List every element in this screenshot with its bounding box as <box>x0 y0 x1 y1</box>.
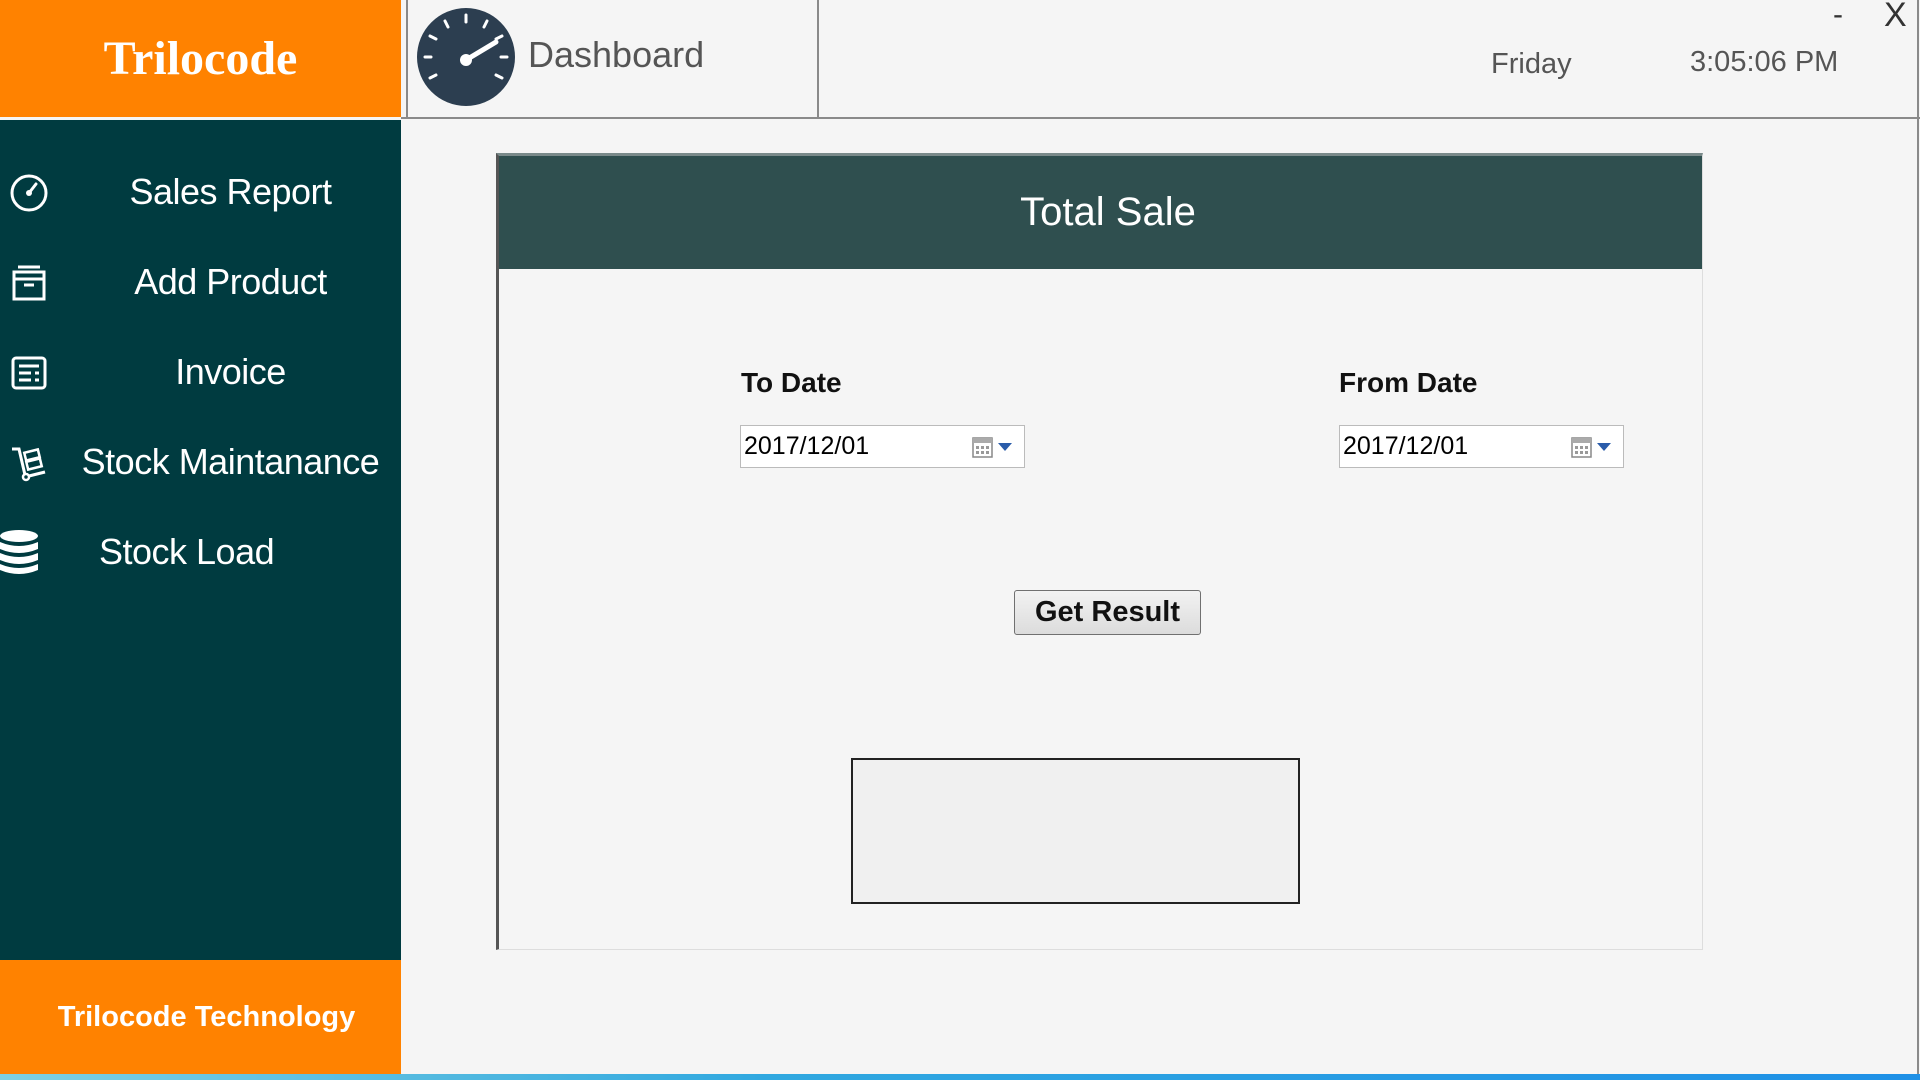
window-border <box>1917 0 1919 1075</box>
sidebar-item-sales-report[interactable]: Sales Report <box>0 152 401 232</box>
hand-truck-icon <box>6 440 52 486</box>
sidebar-item-stock-load[interactable]: Stock Load <box>0 512 401 592</box>
get-result-button[interactable]: Get Result <box>1014 590 1201 635</box>
day-label: Friday <box>1491 48 1572 80</box>
database-icon <box>0 530 42 576</box>
sidebar-item-label: Stock Maintanance <box>81 441 380 482</box>
sidebar-item-stock-maintanance[interactable]: Stock Maintanance <box>0 422 401 502</box>
total-sale-panel: Total Sale To Date 2017/12/01 From Date … <box>496 153 1703 950</box>
to-date-value: 2017/12/01 <box>744 432 870 460</box>
top-bar: Dashboard Friday 3:05:06 PM - X <box>401 0 1920 119</box>
sidebar-item-add-product[interactable]: Add Product <box>0 242 401 322</box>
taskbar-edge <box>0 1074 1920 1080</box>
footer-brand: Trilocode Technology <box>0 960 401 1075</box>
chevron-down-icon[interactable] <box>1597 442 1613 451</box>
to-date-label: To Date <box>741 367 842 398</box>
sidebar-item-label: Sales Report <box>129 171 332 212</box>
gauge-icon <box>416 2 516 112</box>
box-icon <box>6 260 52 306</box>
clock-label: 3:05:06 PM <box>1690 46 1839 78</box>
invoice-icon <box>6 350 52 396</box>
result-display <box>851 758 1300 904</box>
footer-brand-text: Trilocode Technology <box>57 1001 356 1033</box>
calendar-icon[interactable] <box>972 435 994 459</box>
page-title: Dashboard <box>528 34 705 75</box>
from-date-label: From Date <box>1339 367 1478 398</box>
sidebar-item-invoice[interactable]: Invoice <box>0 332 401 412</box>
from-date-picker[interactable]: 2017/12/01 <box>1339 425 1624 468</box>
tab-dashboard[interactable]: Dashboard <box>406 0 819 119</box>
sidebar-item-label: Invoice <box>175 351 286 392</box>
sidebar-item-label: Stock Load <box>99 531 275 572</box>
to-date-picker[interactable]: 2017/12/01 <box>740 425 1025 468</box>
from-date-value: 2017/12/01 <box>1343 432 1469 460</box>
sidebar: Sales Report Add Product Invoice Stock M… <box>0 120 401 960</box>
speedometer-icon <box>6 170 52 216</box>
brand-name: Trilocode <box>103 32 298 85</box>
brand-header: Trilocode <box>0 0 401 117</box>
sidebar-item-label: Add Product <box>134 261 327 302</box>
panel-title: Total Sale <box>1020 190 1196 234</box>
close-button[interactable]: X <box>1884 0 1907 35</box>
calendar-icon[interactable] <box>1571 435 1593 459</box>
chevron-down-icon[interactable] <box>998 442 1014 451</box>
minimize-button[interactable]: - <box>1833 0 1843 32</box>
panel-header: Total Sale <box>499 156 1702 269</box>
